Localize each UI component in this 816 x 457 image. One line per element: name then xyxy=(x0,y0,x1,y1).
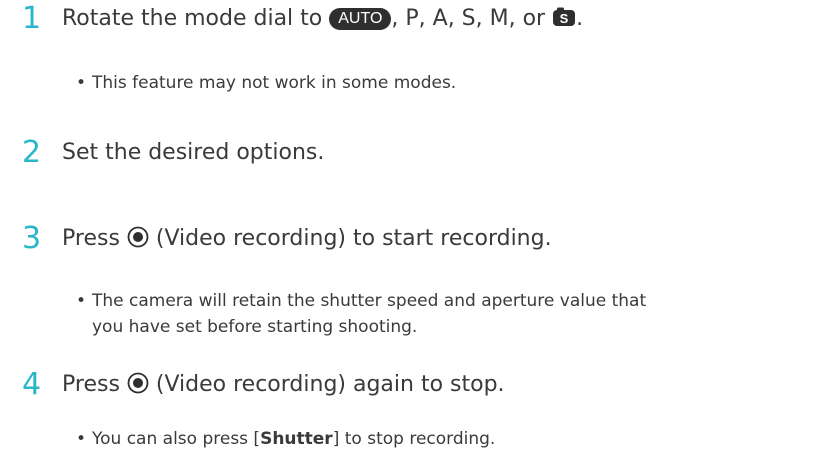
step-text-before: Rotate the mode dial to xyxy=(62,6,330,31)
step-number: 3 xyxy=(22,221,42,256)
note-text-line-1: The camera will retain the shutter speed… xyxy=(92,291,647,311)
step-text-after: . xyxy=(576,6,584,31)
step-number: 4 xyxy=(22,367,42,402)
shutter-key-label: Shutter xyxy=(260,429,333,449)
step-text: Rotate the mode dial to AUTO, P, A, S, M… xyxy=(62,2,583,36)
step-text-before: Press xyxy=(62,372,127,397)
note-text: This feature may not work in some modes. xyxy=(92,73,457,93)
auto-mode-badge: AUTO xyxy=(329,8,392,30)
scene-camera-icon: S xyxy=(553,7,576,26)
step-text-after: (Video recording) again to stop. xyxy=(148,372,505,397)
step-text-mid: , P, A, S, M, or xyxy=(391,6,553,31)
note-text-after: ] to stop recording. xyxy=(332,429,496,449)
bullet-dot: • xyxy=(76,73,87,93)
video-record-icon xyxy=(127,372,149,394)
note-text-line-2: you have set before starting shooting. xyxy=(92,317,418,337)
step-text-before: Press xyxy=(62,226,127,251)
step-3-note: • The camera will retain the shutter spe… xyxy=(76,288,776,340)
bullet-dot: • xyxy=(76,429,87,449)
note-text-before: You can also press [ xyxy=(92,429,261,449)
note-text: You can also press [Shutter] to stop rec… xyxy=(92,426,776,452)
step-text: Press (Video recording) to start recordi… xyxy=(62,222,552,256)
bullet-dot: • xyxy=(76,291,87,311)
step-1-note: • This feature may not work in some mode… xyxy=(76,70,776,96)
step-text-after: (Video recording) to start recording. xyxy=(148,226,552,251)
step-text: Press (Video recording) again to stop. xyxy=(62,368,505,402)
step-4-note: • You can also press [Shutter] to stop r… xyxy=(76,426,776,452)
step-number: 1 xyxy=(22,1,42,36)
step-text: Set the desired options. xyxy=(62,140,325,165)
mode-icon-letter: S xyxy=(560,11,569,26)
video-record-icon xyxy=(127,226,149,248)
step-number: 2 xyxy=(22,135,42,170)
